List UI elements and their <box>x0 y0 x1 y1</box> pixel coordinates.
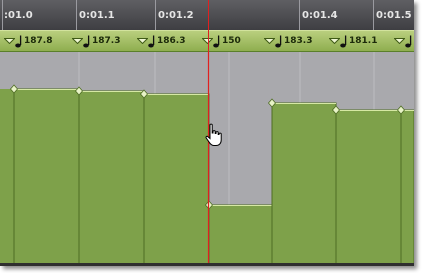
quarter-note-icon <box>148 35 155 47</box>
playhead-top[interactable] <box>208 0 209 52</box>
tempo-segment[interactable] <box>0 89 14 266</box>
tempo-marker[interactable]: 187.3 <box>72 31 120 51</box>
marker-triangle-icon <box>137 38 148 44</box>
quarter-note-icon <box>275 35 282 47</box>
tempo-marker[interactable]: 181.1 <box>329 31 377 51</box>
tempo-segment[interactable] <box>335 109 402 266</box>
hand-pointer-icon <box>205 123 222 146</box>
quarter-note-icon <box>83 35 90 47</box>
tempo-value: 181.1 <box>349 36 378 46</box>
tempo-marker[interactable]: 187.8 <box>4 31 52 51</box>
tick-line <box>373 0 374 30</box>
tempo-ruler[interactable]: 187.8 187.3 186.3 150 183.3 181.1 <box>0 30 414 52</box>
tempo-marker[interactable]: 183.3 <box>264 31 312 51</box>
marker-triangle-icon <box>72 38 83 44</box>
tempo-value: 187.8 <box>24 36 53 46</box>
tempo-segment[interactable] <box>143 93 210 266</box>
tempo-graph-canvas[interactable] <box>0 52 414 266</box>
tempo-marker[interactable] <box>394 31 413 51</box>
quarter-note-icon <box>405 35 412 47</box>
tick-label-01-2: 0:01.2 <box>158 10 194 21</box>
tempo-segment[interactable] <box>78 90 145 266</box>
marker-triangle-icon <box>329 38 340 44</box>
tick-label-01-5: 0:01.5 <box>376 10 412 21</box>
tempo-value: 186.3 <box>157 36 186 46</box>
tick-label-01-0: :01.0 <box>4 10 33 21</box>
tempo-value: 183.3 <box>284 36 313 46</box>
quarter-note-icon <box>15 35 22 47</box>
tick-line <box>299 0 300 30</box>
tempo-value: 187.3 <box>92 36 121 46</box>
tick-line <box>155 0 156 30</box>
tick-line <box>76 0 77 30</box>
track-bottom-border <box>0 263 414 266</box>
tempo-value: 150 <box>222 36 241 46</box>
tempo-segment[interactable] <box>400 109 414 266</box>
marker-triangle-icon <box>394 38 405 44</box>
tempo-segment[interactable] <box>271 102 337 266</box>
tick-label-01-1: 0:01.1 <box>79 10 115 21</box>
marker-triangle-icon <box>4 38 15 44</box>
tempo-graph[interactable] <box>0 52 414 266</box>
tempo-segment[interactable] <box>13 88 80 266</box>
quarter-note-icon <box>213 35 220 47</box>
marker-triangle-icon <box>264 38 275 44</box>
tempo-segment[interactable] <box>208 204 273 266</box>
timecode-ruler[interactable]: :01.0 0:01.1 0:01.2 0:01.4 0:01.5 <box>0 0 414 30</box>
quarter-note-icon <box>340 35 347 47</box>
tempo-marker[interactable]: 186.3 <box>137 31 185 51</box>
tick-line <box>2 0 3 30</box>
tick-label-01-4: 0:01.4 <box>302 10 338 21</box>
